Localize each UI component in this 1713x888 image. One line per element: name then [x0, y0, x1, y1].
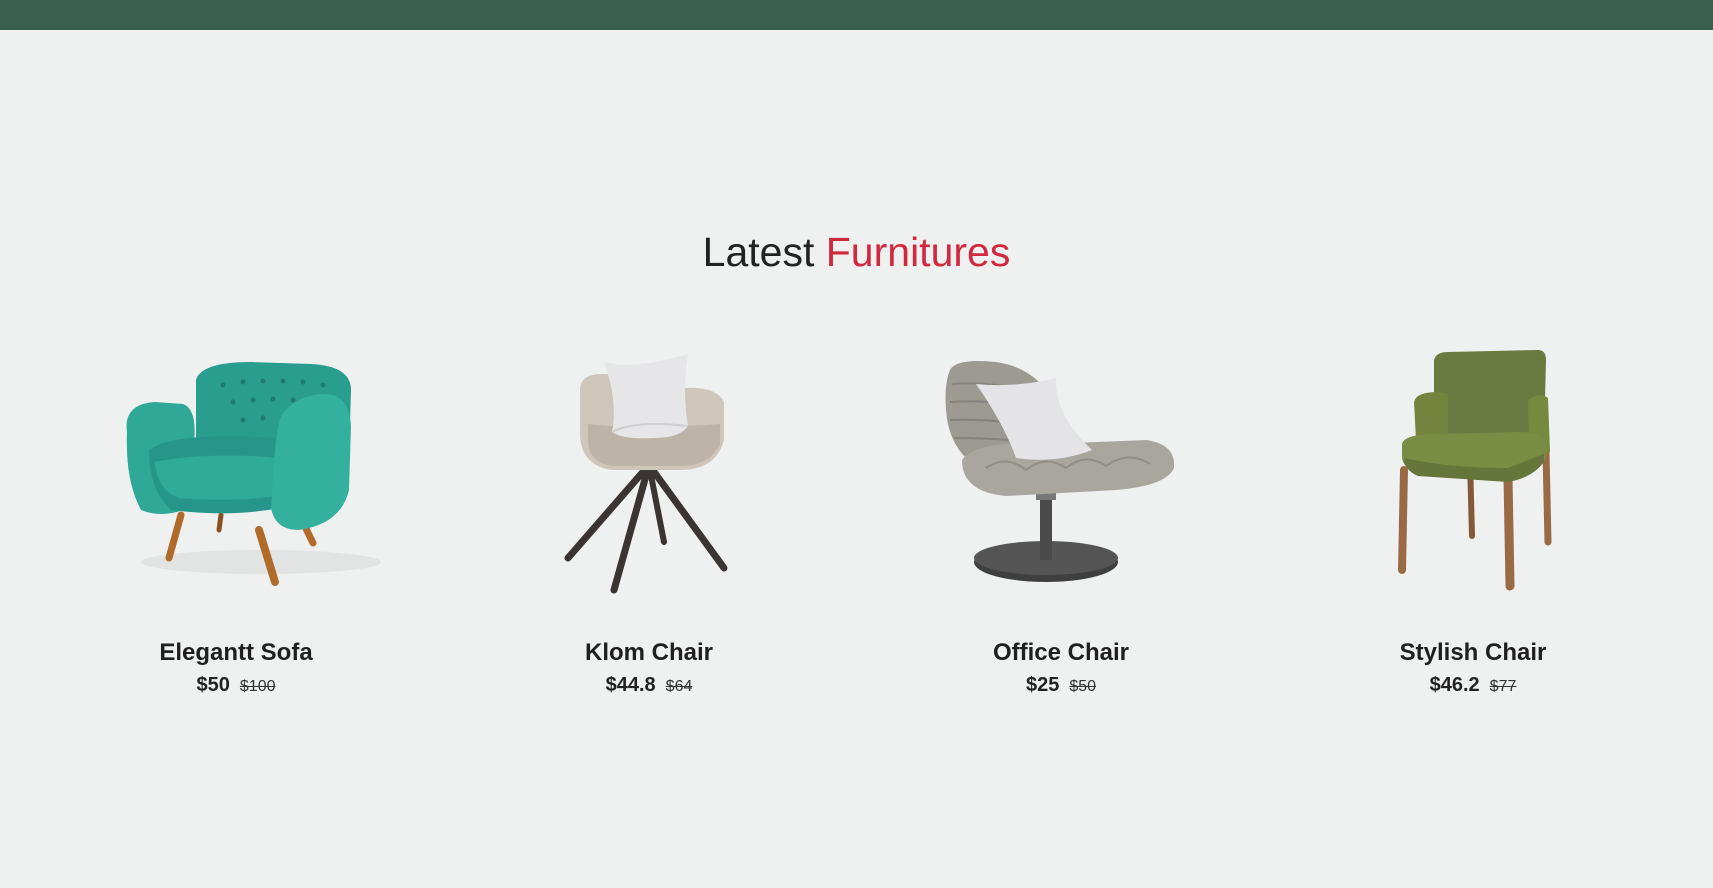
- product-old-price: $50: [1069, 678, 1097, 695]
- product-name[interactable]: Office Chair: [896, 638, 1226, 668]
- product-grid: Elegantt Sofa $50 $100 Klom Chair $44.8 …: [0, 340, 1713, 720]
- product-card[interactable]: Office Chair $25 $50: [896, 340, 1226, 710]
- grey-lounge-chair-image[interactable]: [896, 340, 1226, 600]
- top-header-bar: [0, 0, 1713, 30]
- teal-armchair-image[interactable]: [71, 340, 401, 600]
- product-name[interactable]: Elegantt Sofa: [71, 638, 401, 668]
- product-prices: $44.8 $64: [484, 673, 814, 699]
- product-old-price: $100: [239, 678, 276, 695]
- product-prices: $50 $100: [71, 673, 401, 699]
- product-old-price: $64: [665, 678, 693, 695]
- product-card[interactable]: Stylish Chair $46.2 $77: [1308, 340, 1638, 710]
- product-name[interactable]: Stylish Chair: [1308, 638, 1638, 668]
- product-name[interactable]: Klom Chair: [484, 638, 814, 668]
- product-price: $46.2: [1429, 674, 1480, 696]
- product-price: $50: [196, 674, 230, 696]
- product-price: $44.8: [605, 674, 656, 696]
- section-title-accent: Furnitures: [825, 229, 1011, 275]
- product-card[interactable]: Klom Chair $44.8 $64: [484, 340, 814, 710]
- section-title-plain: Latest: [702, 229, 815, 275]
- green-dining-chair-image[interactable]: [1308, 340, 1638, 600]
- product-prices: $46.2 $77: [1308, 673, 1638, 699]
- beige-swivel-chair-image[interactable]: [484, 340, 814, 600]
- section-title: Latest Furnitures: [0, 226, 1713, 278]
- product-price: $25: [1025, 674, 1060, 696]
- product-card[interactable]: Elegantt Sofa $50 $100: [71, 340, 401, 710]
- product-prices: $25 $50: [896, 673, 1226, 699]
- product-old-price: $77: [1489, 678, 1517, 695]
